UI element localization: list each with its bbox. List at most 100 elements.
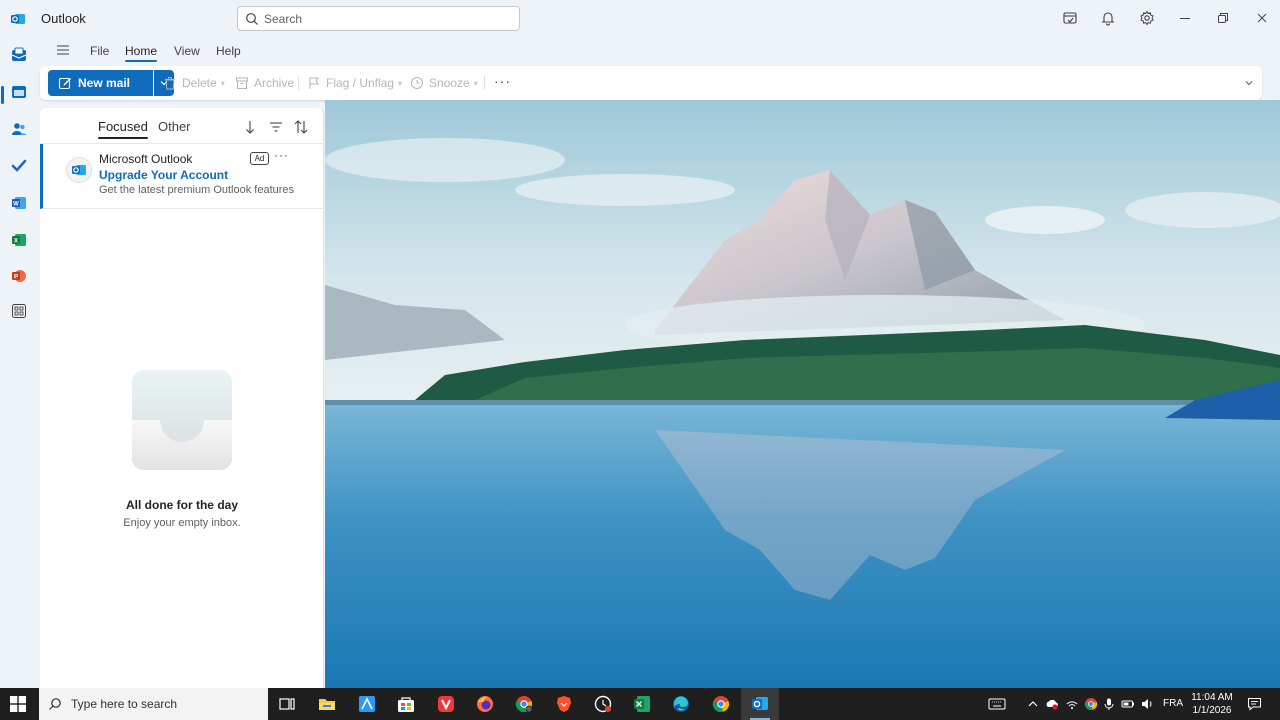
delete-button[interactable]: Delete ▾: [163, 70, 225, 96]
archive-button[interactable]: Archive: [235, 70, 294, 96]
rail-word[interactable]: W: [9, 193, 29, 213]
apps-icon: [12, 304, 26, 318]
reading-pane-background: [325, 100, 1280, 688]
archive-label: Archive: [254, 76, 295, 90]
photoshop-icon[interactable]: [357, 694, 377, 714]
empty-state-title: All done for the day: [125, 498, 238, 512]
rail-apps[interactable]: [9, 301, 29, 321]
tab-other[interactable]: Other: [158, 119, 191, 134]
command-toolbar: New mail Delete ▾ Archive Flag / Unflag …: [40, 66, 1262, 100]
new-mail-button[interactable]: New mail: [48, 70, 153, 96]
tab-help[interactable]: Help: [216, 44, 241, 58]
landscape-background-image: [325, 100, 1280, 688]
compose-icon: [58, 77, 71, 90]
powerpoint-icon: P: [12, 270, 26, 282]
task-view-icon[interactable]: [277, 694, 297, 714]
mail-icon: [11, 47, 27, 61]
outlook-logo-icon: [11, 14, 25, 24]
excel-icon[interactable]: [632, 694, 652, 714]
clock-icon: [411, 77, 423, 89]
my-day-icon[interactable]: [1062, 10, 1078, 26]
svg-text:W: W: [13, 202, 19, 208]
rail-calendar[interactable]: [9, 82, 29, 102]
file-explorer-icon[interactable]: [317, 694, 337, 714]
more-options-button[interactable]: ···: [494, 73, 511, 89]
search-input[interactable]: [264, 11, 504, 26]
word-icon: W: [12, 197, 26, 209]
restore-icon[interactable]: [1215, 10, 1231, 26]
vivaldi-icon[interactable]: [436, 694, 456, 714]
outlook-icon[interactable]: [750, 694, 770, 714]
search-icon: [49, 698, 61, 710]
toolbar-divider: [298, 76, 299, 90]
notification-icon[interactable]: [1247, 697, 1263, 711]
hamburger-menu-icon[interactable]: [56, 44, 70, 56]
rail-todo[interactable]: [9, 156, 29, 176]
rail-mail[interactable]: [9, 45, 29, 65]
message-sender: Microsoft Outlook: [99, 152, 193, 166]
keyboard-icon[interactable]: [988, 697, 1006, 711]
rail-powerpoint[interactable]: P: [9, 266, 29, 286]
trash-icon: [165, 77, 175, 90]
taskbar-search-placeholder: Type here to search: [71, 697, 178, 711]
chrome-app-icon[interactable]: [593, 694, 613, 714]
clock-date: 1/1/2026: [1192, 705, 1232, 716]
battery-icon[interactable]: [1121, 697, 1135, 711]
microsoft-store-icon[interactable]: [396, 694, 416, 714]
windows-start-icon[interactable]: [10, 696, 26, 712]
chevron-down-icon: ▾: [220, 78, 225, 88]
tab-focused[interactable]: Focused: [98, 119, 148, 139]
arrow-down-icon[interactable]: [242, 119, 258, 135]
todo-icon: [11, 159, 27, 172]
cloud-sync-icon[interactable]: [1045, 697, 1059, 711]
chrome-tray-icon[interactable]: [1084, 697, 1098, 711]
delete-label: Delete: [182, 76, 217, 90]
flag-label: Flag / Unflag: [326, 76, 395, 90]
app-title: Outlook: [41, 11, 86, 26]
ad-badge: Ad: [250, 152, 269, 165]
taskbar: Type here to search FRA 11:04 AM 1/1/202…: [0, 688, 1280, 720]
taskbar-search[interactable]: Type here to search: [39, 688, 268, 720]
message-subject: Upgrade Your Account: [99, 168, 229, 182]
volume-icon[interactable]: [1140, 697, 1154, 711]
edge-icon[interactable]: [671, 694, 691, 714]
network-icon[interactable]: [1065, 697, 1079, 711]
chevron-down-icon[interactable]: [1244, 79, 1254, 87]
flag-button[interactable]: Flag / Unflag ▾: [307, 70, 402, 96]
new-mail-label: New mail: [78, 76, 131, 90]
svg-text:X: X: [14, 239, 18, 245]
rail-people[interactable]: [9, 119, 29, 139]
close-icon[interactable]: [1254, 10, 1270, 26]
avatar: [66, 157, 92, 183]
sort-icon[interactable]: [293, 119, 309, 135]
gear-icon[interactable]: [1139, 10, 1155, 26]
chrome-icon[interactable]: [711, 694, 731, 714]
rail-active-indicator: [1, 86, 4, 104]
rail-excel[interactable]: X: [9, 230, 29, 250]
tab-file[interactable]: File: [90, 44, 109, 58]
title-bar: Outlook: [0, 0, 1280, 38]
message-more-button[interactable]: ···: [274, 148, 289, 162]
input-language[interactable]: FRA: [1163, 698, 1183, 709]
flag-icon: [309, 77, 319, 89]
bell-icon[interactable]: [1100, 10, 1116, 26]
archive-icon: [236, 77, 248, 89]
filter-icon[interactable]: [268, 119, 284, 135]
snooze-button[interactable]: Snooze ▾: [410, 70, 478, 96]
search-icon: [246, 12, 258, 25]
tab-view[interactable]: View: [174, 44, 200, 58]
brave-icon[interactable]: [554, 694, 574, 714]
search-box[interactable]: [237, 6, 520, 31]
microphone-icon[interactable]: [1102, 697, 1116, 711]
system-clock[interactable]: 11:04 AM 1/1/2026: [1187, 691, 1237, 717]
chrome-profile-icon[interactable]: [514, 694, 534, 714]
minimize-icon[interactable]: [1177, 10, 1193, 26]
firefox-icon[interactable]: [475, 694, 495, 714]
chevron-up-icon[interactable]: [1026, 697, 1040, 711]
snooze-label: Snooze: [429, 76, 470, 90]
tab-home[interactable]: Home: [125, 44, 158, 62]
message-list-pane: Focused Other Microsoft Outlook Ad ··· U…: [40, 108, 324, 688]
message-item[interactable]: Microsoft Outlook Ad ··· Upgrade Your Ac…: [40, 144, 324, 209]
chevron-down-icon: ▾: [473, 78, 478, 88]
people-icon: [12, 123, 27, 135]
